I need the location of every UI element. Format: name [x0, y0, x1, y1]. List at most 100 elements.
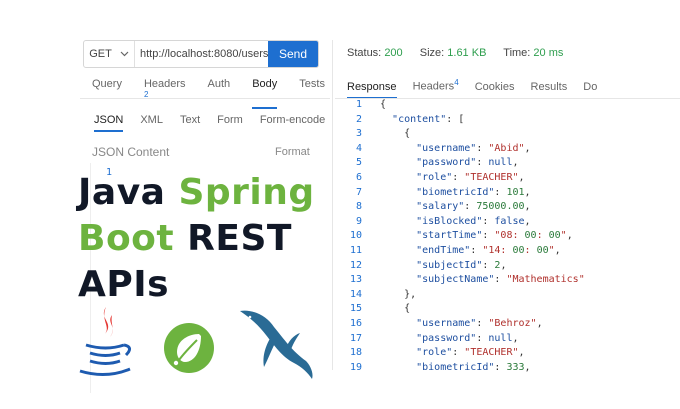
tab-xml[interactable]: XML	[140, 114, 163, 130]
tab-response-headers-label: Headers	[412, 80, 455, 93]
line-number: 6	[355, 171, 362, 183]
line-number: 12	[349, 259, 362, 271]
code-line: 4 "username": "Abid",	[335, 142, 585, 157]
code-line: 5 "password": null,	[335, 156, 585, 171]
tab-form-encode[interactable]: Form-encode	[260, 114, 325, 130]
tab-query-label: Query	[92, 78, 122, 90]
tab-body[interactable]: Body	[252, 78, 278, 109]
tab-body-label: Body	[252, 78, 278, 90]
tab-query[interactable]: Query	[92, 78, 122, 109]
line-number: 14	[349, 288, 362, 300]
code-line: 19 "biometricId": 333,	[335, 361, 585, 376]
time-value: 20 ms	[533, 47, 564, 59]
line-number: 17	[349, 332, 362, 344]
code-line: 8 "salary": 75000.00,	[335, 200, 585, 215]
tab-text[interactable]: Text	[180, 114, 200, 130]
tab-form[interactable]: Form	[217, 114, 243, 130]
code-line: 9 "isBlocked": false,	[335, 215, 585, 230]
panel-separator[interactable]	[332, 40, 333, 370]
code-text: "password": null,	[416, 157, 519, 169]
response-body[interactable]: 1 {2 "content": [3 {4 "username": "Abid",…	[335, 98, 585, 375]
headline-spring: Spring	[178, 172, 315, 213]
headline-line-3: APIs	[78, 264, 170, 305]
request-bar: GET http://localhost:8080/users Send	[83, 40, 319, 68]
code-text: "password": null,	[416, 332, 519, 344]
line-number: 5	[355, 157, 362, 169]
code-line: 2 "content": [	[335, 113, 585, 128]
tab-tests[interactable]: Tests	[299, 78, 325, 109]
line-number: 1	[355, 99, 362, 110]
code-text: {	[380, 128, 411, 140]
response-status-row: Status: 200 Size: 1.61 KB Time: 20 ms	[347, 47, 577, 59]
tab-tests-label: Tests	[299, 78, 325, 90]
tab-json[interactable]: JSON	[94, 114, 124, 132]
code-line: 11 "endTime": "14: 00: 00",	[335, 244, 585, 259]
url-input[interactable]: http://localhost:8080/users	[135, 41, 268, 67]
code-line: 6 "role": "TEACHER",	[335, 171, 585, 186]
headline-boot: Boot	[78, 218, 175, 259]
response-panel: Status: 200 Size: 1.61 KB Time: 20 ms Re…	[335, 30, 680, 390]
send-button[interactable]: Send	[268, 41, 318, 67]
line-number: 8	[355, 201, 362, 213]
request-tabs: Query Headers 2 Auth Body Tests	[92, 78, 347, 109]
code-line: 13 "subjectName": "Mathematics"	[335, 273, 585, 288]
line-number: 19	[349, 361, 362, 373]
code-text: "subjectName": "Mathematics"	[416, 274, 585, 286]
spring-logo	[164, 323, 214, 373]
tab-headers-label: Headers	[143, 78, 186, 90]
headline-line-1: Java Spring	[78, 170, 338, 216]
code-line: 7 "biometricId": 101,	[335, 186, 585, 201]
tab-docs[interactable]: Do	[583, 81, 597, 97]
line-number: 10	[349, 230, 362, 242]
tab-cookies-label: Cookies	[474, 80, 515, 93]
tab-headers[interactable]: Headers 2	[144, 78, 186, 109]
code-text: },	[380, 288, 417, 300]
line-number: 15	[349, 303, 362, 315]
tab-response-label: Response	[347, 80, 397, 93]
time-label: Time:	[503, 47, 531, 59]
code-text: "biometricId": 101,	[416, 186, 531, 198]
json-content-title: JSON Content	[92, 145, 170, 159]
code-text: "username": "Abid",	[416, 142, 531, 154]
code-text: {	[380, 99, 387, 110]
line-number: 11	[349, 244, 362, 256]
code-line: 18 "role": "TEACHER",	[335, 346, 585, 361]
code-text: "biometricId": 333,	[416, 361, 531, 373]
headline-rest: REST	[174, 218, 292, 259]
code-line: 16 "username": "Behroz",	[335, 317, 585, 332]
tab-docs-label: Do	[583, 80, 598, 93]
code-line: 3 {	[335, 127, 585, 142]
method-label: GET	[89, 48, 112, 60]
headline-java: Java	[78, 172, 179, 213]
method-select[interactable]: GET	[84, 41, 135, 67]
headline: Java Spring Boot REST APIs	[78, 170, 338, 308]
code-text: {	[380, 303, 411, 315]
java-logo	[79, 307, 131, 376]
tab-cookies[interactable]: Cookies	[475, 81, 515, 97]
body-type-tabs: JSON XML Text Form Form-encode	[94, 114, 342, 132]
line-number: 4	[355, 142, 362, 154]
tab-response-headers[interactable]: Headers4	[413, 78, 459, 97]
code-line: 14 },	[335, 288, 585, 303]
code-line: 12 "subjectId": 2,	[335, 259, 585, 274]
line-number: 9	[355, 215, 362, 227]
size-label: Size:	[419, 47, 445, 59]
line-number: 2	[355, 113, 362, 125]
mysql-dolphin-logo	[240, 310, 313, 379]
size-value: 1.61 KB	[447, 47, 487, 59]
line-number: 16	[349, 317, 362, 329]
line-number: 18	[349, 347, 362, 359]
headline-line-2: Boot REST	[78, 216, 338, 262]
status-value: 200	[384, 47, 403, 59]
code-text: "subjectId": 2,	[416, 259, 507, 271]
status-label: Status:	[347, 47, 382, 59]
tab-response[interactable]: Response	[347, 81, 397, 99]
format-button[interactable]: Format	[275, 146, 310, 158]
tab-auth-label: Auth	[207, 78, 231, 90]
line-number: 3	[355, 128, 362, 140]
tab-auth[interactable]: Auth	[208, 78, 231, 109]
code-line: 17 "password": null,	[335, 332, 585, 347]
tab-results[interactable]: Results	[531, 81, 568, 97]
tab-response-headers-badge: 4	[454, 78, 459, 87]
code-text: "isBlocked": false,	[416, 215, 531, 227]
